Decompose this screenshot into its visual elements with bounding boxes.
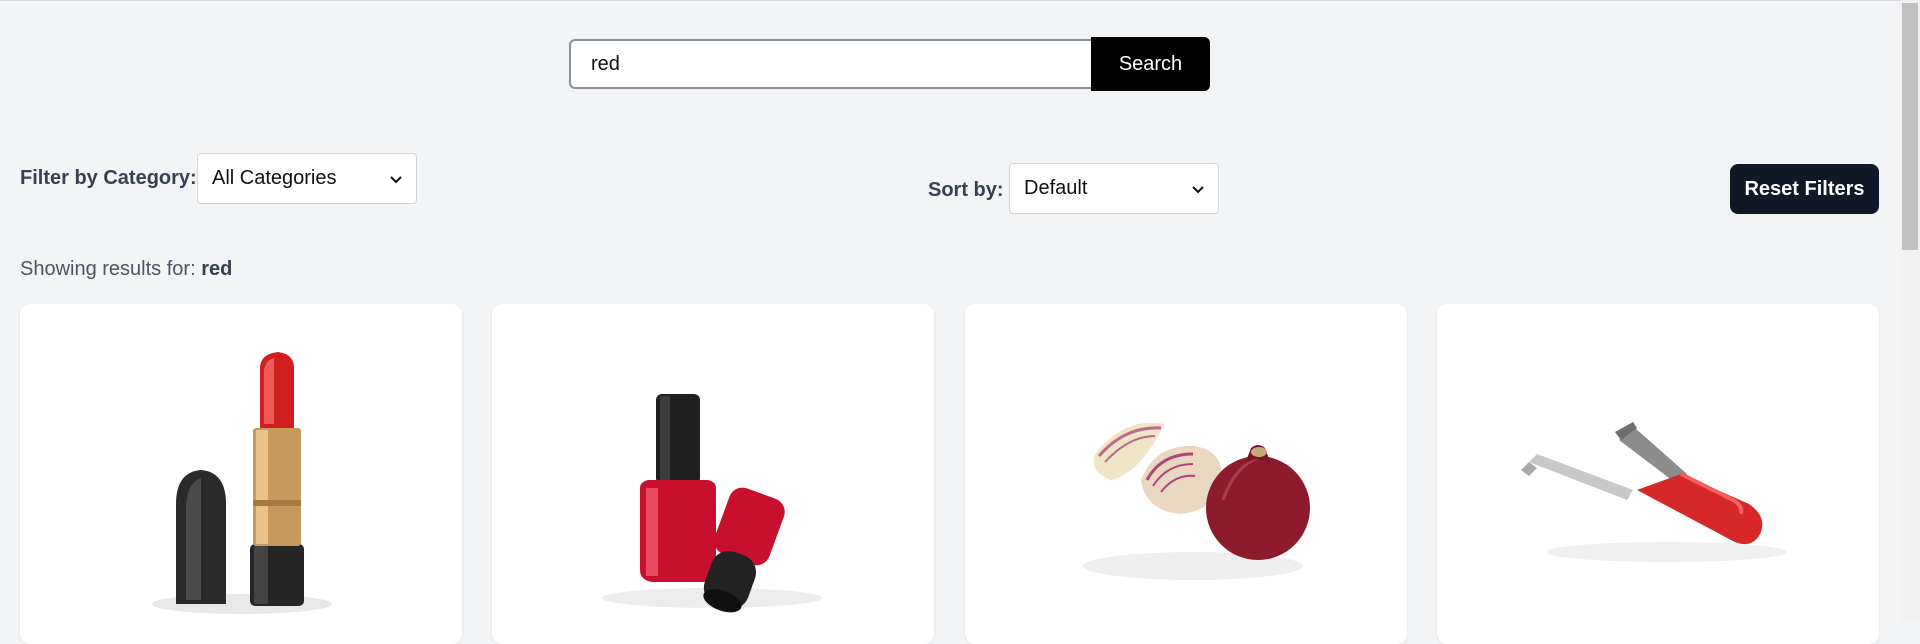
sort-select[interactable]: Default [1009,163,1219,214]
tongs-image [1521,422,1787,562]
sort-label: Sort by: [928,179,1004,201]
search-button[interactable]: Search [1091,37,1210,91]
category-select[interactable]: All Categories [197,153,417,204]
nail-polish-image [602,394,822,613]
chevron-down-icon [1192,181,1204,197]
red-onion-image [1083,422,1310,580]
reset-filters-button[interactable]: Reset Filters [1730,164,1879,214]
top-border [0,0,1900,1]
product-card[interactable] [965,304,1407,644]
sort-select-value: Default [1024,177,1088,199]
results-query: red [201,258,233,280]
search-input[interactable] [569,39,1091,89]
product-card[interactable] [20,304,462,644]
scrollbar-thumb[interactable] [1902,3,1918,250]
results-prefix: Showing results for: [20,258,196,280]
category-select-value: All Categories [212,167,337,189]
product-card[interactable] [492,304,934,644]
search-bar: Search [569,37,1210,91]
lipstick-image [152,352,332,614]
product-card[interactable] [1437,304,1879,644]
category-filter-label: Filter by Category: [20,167,197,189]
chevron-down-icon [390,171,402,187]
results-summary: Showing results for: red [20,258,232,281]
